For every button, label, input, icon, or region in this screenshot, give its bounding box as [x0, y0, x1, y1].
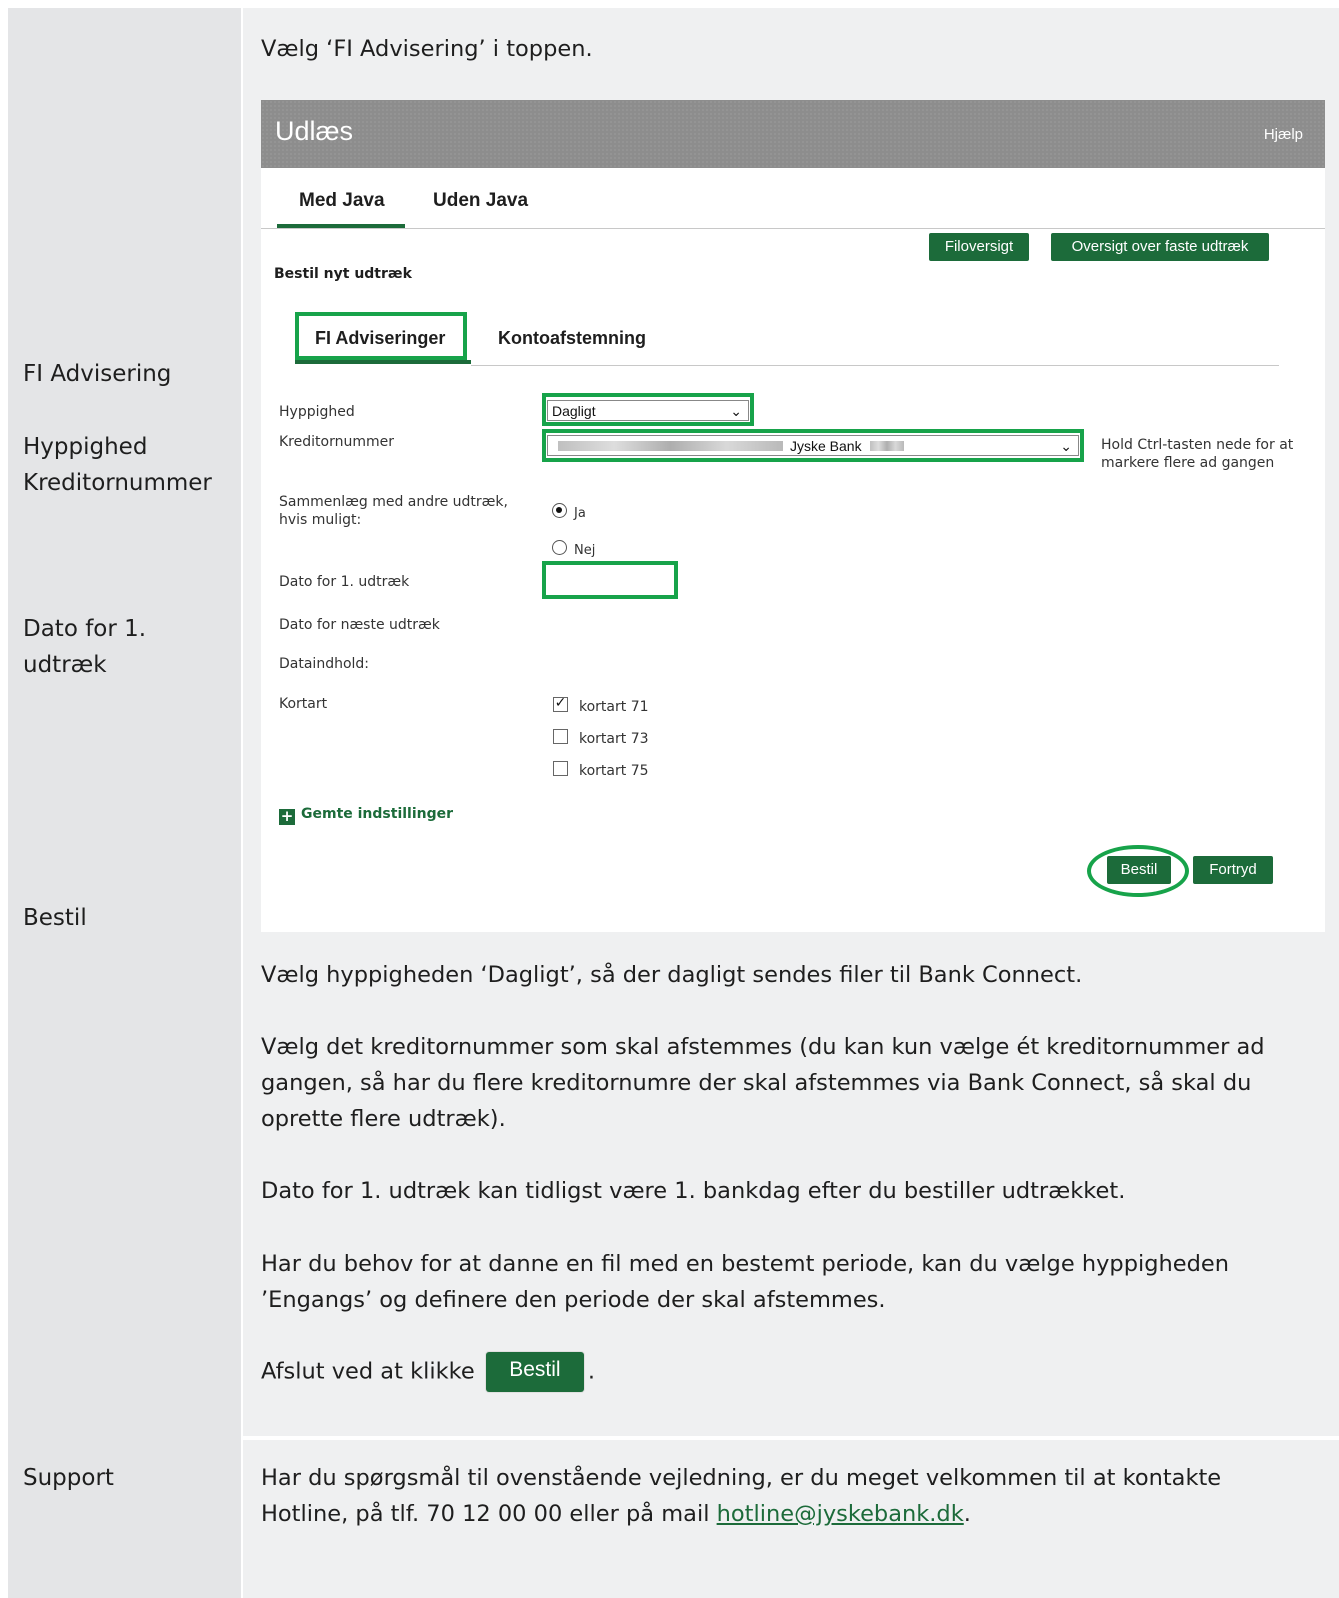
fortryd-button[interactable]: Fortryd [1193, 856, 1273, 884]
inline-bestil-button: Bestil [485, 1352, 584, 1392]
gemte-indstillinger-link[interactable]: Gemte indstillinger [301, 806, 453, 822]
radio-nej[interactable] [552, 540, 567, 555]
tab-med-java[interactable]: Med Java [299, 190, 385, 212]
intro-text: Vælg ‘FI Advisering’ i toppen. [261, 36, 593, 62]
paragraph-afslut: Afslut ved at klikke Bestil. [261, 1352, 1321, 1392]
sammenlaeg-label-1: Sammenlæg med andre udtræk, [279, 494, 508, 510]
kortart-75-checkbox[interactable] [553, 761, 568, 776]
paragraph-engangs: Har du behov for at danne en fil med en … [261, 1251, 1229, 1313]
filoversigt-button[interactable]: Filoversigt [929, 233, 1029, 261]
dato-label: Dato for 1. udtræk [279, 574, 410, 590]
label-fi-advisering: FI Advisering [23, 361, 172, 387]
section-title: Bestil nyt udtræk [274, 266, 412, 282]
support-paragraph: Har du spørgsmål til ovenstående vejledn… [261, 1460, 1261, 1532]
radio-nej-label: Nej [574, 543, 596, 558]
support-suffix: . [963, 1501, 971, 1527]
kortart-75-label: kortart 75 [579, 763, 649, 779]
paragraph-hyppighed: Vælg hyppigheden ‘Dagligt’, så der dagli… [261, 962, 1083, 988]
kreditor-label: Kreditornummer [279, 434, 394, 450]
highlight-hyppighed [542, 393, 754, 426]
kortart-71-checkbox[interactable]: ✓ [553, 696, 568, 712]
label-dato-line2: udtræk [23, 652, 107, 678]
subtab-kontoafstemning[interactable]: Kontoafstemning [498, 328, 646, 349]
label-dato-line1: Dato for 1. [23, 616, 147, 642]
embedded-screenshot: Udlæs Hjælp Med Java Uden Java Filoversi… [261, 100, 1325, 932]
left-column [8, 8, 241, 1598]
radio-ja[interactable] [552, 503, 567, 518]
afslut-suffix: . [587, 1358, 596, 1385]
highlight-kreditor [542, 429, 1084, 462]
naeste-label: Dato for næste udtræk [279, 617, 440, 633]
oversigt-button[interactable]: Oversigt over faste udtræk [1051, 233, 1269, 261]
hotline-email-link[interactable]: hotline@jyskebank.dk [717, 1501, 964, 1527]
kortart-73-checkbox[interactable] [553, 729, 568, 744]
afslut-text: Afslut ved at klikke [261, 1358, 475, 1385]
screenshot-title: Udlæs [275, 116, 354, 146]
tabs-divider [261, 228, 1325, 229]
label-support: Support [23, 1465, 114, 1491]
radio-ja-label: Ja [574, 506, 586, 521]
dataindhold-label: Dataindhold: [279, 656, 370, 672]
paragraph-kreditor: Vælg det kreditornummer som skal afstemm… [261, 1034, 1265, 1132]
highlight-bestil [1087, 845, 1189, 897]
kreditor-hint: Hold Ctrl-tasten nede for at markere fle… [1101, 437, 1294, 471]
expand-icon[interactable]: + [279, 809, 295, 825]
dato-input[interactable] [542, 561, 678, 599]
tab-uden-java[interactable]: Uden Java [433, 190, 528, 212]
kortart-73-label: kortart 73 [579, 731, 649, 747]
label-kreditornummer: Kreditornummer [23, 470, 212, 496]
highlight-fi-adviseringer [295, 312, 467, 360]
kortart-71-label: kortart 71 [579, 699, 649, 715]
help-link[interactable]: Hjælp [1264, 126, 1303, 143]
subtabs-divider [471, 365, 1279, 366]
sammenlaeg-label-2: hvis muligt: [279, 512, 362, 528]
hyppighed-label: Hyppighed [279, 404, 355, 420]
kortart-label: Kortart [279, 696, 328, 712]
screenshot-header: Udlæs Hjælp [261, 100, 1325, 168]
label-bestil: Bestil [23, 905, 87, 931]
label-hyppighed: Hyppighed [23, 434, 148, 460]
paragraph-dato: Dato for 1. udtræk kan tidligst være 1. … [261, 1178, 1126, 1204]
subtab-active-indicator [295, 360, 471, 364]
